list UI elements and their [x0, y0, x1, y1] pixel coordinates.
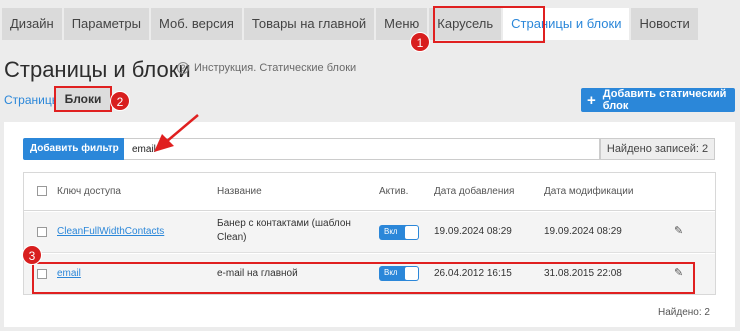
help-text: Инструкция. Статические блоки: [194, 62, 357, 74]
plus-icon: +: [587, 91, 596, 109]
tab-design[interactable]: Дизайн: [2, 8, 62, 40]
row-created: 19.09.2024 08:29: [434, 226, 512, 237]
step-badge-1: 1: [410, 32, 430, 52]
settings-tabs: Дизайн Параметры Моб. версия Товары на г…: [2, 8, 700, 40]
toggle-label: Вкл: [384, 227, 398, 236]
active-toggle[interactable]: Вкл: [379, 266, 419, 281]
row-modified: 31.08.2015 22:08: [544, 268, 622, 279]
found-total: Найдено: 2: [658, 307, 710, 318]
row-created: 26.04.2012 16:15: [434, 268, 512, 279]
pointer-arrow-icon: [154, 114, 199, 152]
header-modified: Дата модификации: [544, 186, 634, 197]
row-checkbox[interactable]: [37, 269, 47, 279]
active-toggle[interactable]: Вкл: [379, 225, 419, 240]
page-title: Страницы и блоки: [4, 57, 191, 82]
question-icon: ?: [177, 62, 189, 74]
edit-pencil-icon[interactable]: ✎: [674, 266, 683, 279]
add-static-block-label: Добавить статический блок: [602, 88, 727, 112]
header-created: Дата добавления: [434, 186, 515, 197]
header-name: Название: [217, 186, 262, 197]
row-key-link[interactable]: email: [57, 268, 81, 279]
row-name-line2: Clean): [217, 232, 247, 243]
row-name-line1: Банер с контактами (шаблон: [217, 218, 351, 229]
tab-pages-and-blocks[interactable]: Страницы и блоки: [503, 8, 630, 40]
select-all-checkbox[interactable]: [37, 186, 47, 196]
toggle-label: Вкл: [384, 268, 398, 277]
blocks-table: Ключ доступа Название Актив. Дата добавл…: [23, 172, 716, 295]
row-modified: 19.09.2024 08:29: [544, 226, 622, 237]
row-name-line1: e-mail на главной: [217, 268, 298, 279]
header-key: Ключ доступа: [57, 186, 121, 197]
add-static-block-button[interactable]: + Добавить статический блок: [581, 88, 735, 112]
edit-pencil-icon[interactable]: ✎: [674, 224, 683, 237]
row-key-link[interactable]: CleanFullWidthContacts: [57, 226, 164, 237]
table-row: email e-mail на главной Вкл 26.04.2012 1…: [24, 254, 715, 294]
records-found-count: Найдено записей: 2: [600, 138, 715, 160]
add-filter-button[interactable]: Добавить фильтр ▼: [23, 138, 124, 175]
step-badge-2: 2: [110, 91, 130, 111]
subnav-pages[interactable]: Страницы: [4, 93, 60, 107]
tab-parameters[interactable]: Параметры: [63, 8, 150, 40]
tab-carousel[interactable]: Карусель: [429, 8, 502, 40]
tab-news[interactable]: Новости: [631, 8, 698, 40]
tab-home-products[interactable]: Товары на главной: [243, 8, 375, 40]
toggle-knob: [405, 267, 418, 280]
step-badge-3: 3: [22, 245, 42, 265]
subnav-blocks[interactable]: Блоки: [56, 88, 110, 110]
toggle-knob: [405, 226, 418, 239]
table-row: CleanFullWidthContacts Банер с контактам…: [24, 212, 715, 253]
add-filter-label: Добавить фильтр: [30, 143, 119, 154]
tab-mobile-version[interactable]: Моб. версия: [151, 8, 242, 40]
row-checkbox[interactable]: [37, 227, 47, 237]
header-active: Актив.: [379, 186, 409, 197]
help-link[interactable]: ? Инструкция. Статические блоки: [177, 62, 356, 74]
table-header: Ключ доступа Название Актив. Дата добавл…: [24, 173, 715, 211]
